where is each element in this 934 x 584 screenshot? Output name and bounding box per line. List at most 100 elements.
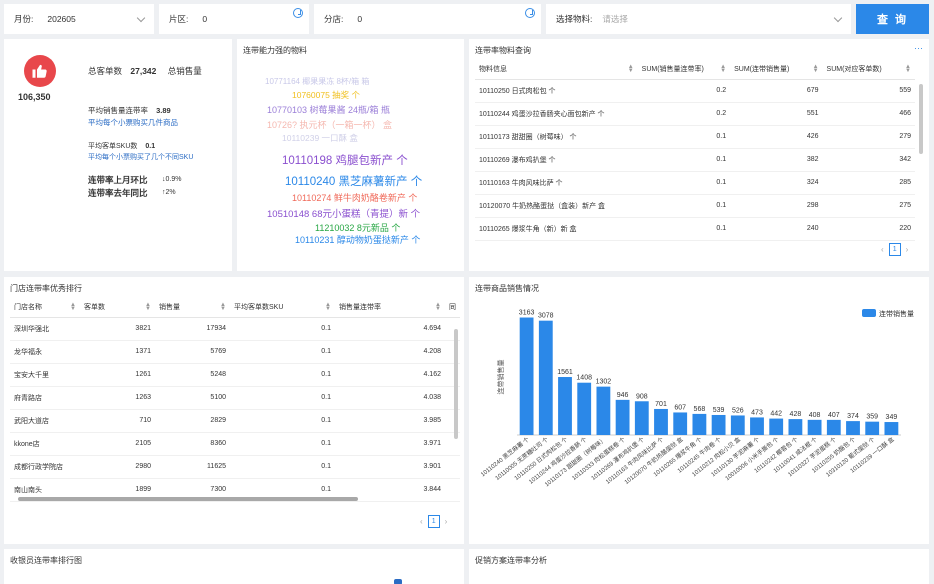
area-value: 0	[202, 14, 208, 24]
sort-icon[interactable]: ▲ ▼	[70, 302, 76, 312]
table-cell: 0.1	[637, 148, 731, 172]
column-header[interactable]: 平均客单数SKU ▲ ▼	[230, 297, 335, 318]
sort-icon[interactable]: ▲ ▼	[145, 302, 151, 312]
data-label: 407	[828, 412, 840, 419]
column-header[interactable]: SUM(销售量连带率) ▲ ▼	[637, 59, 731, 80]
next-page-icon[interactable]: ›	[445, 517, 448, 526]
column-header[interactable]: 门店名称 ▲ ▼	[10, 297, 80, 318]
chevron-down-icon	[136, 13, 146, 23]
wordcloud-word: 10110274 鲜牛肉奶酪卷新产 个	[292, 193, 418, 203]
table-cell: kkone店	[10, 432, 80, 456]
data-label: 701	[655, 401, 667, 408]
bar	[538, 320, 553, 435]
page-number[interactable]: 1	[888, 243, 901, 256]
table-row[interactable]: 10110173 甜甜圈（树莓味） 个 0.1 426 279	[475, 125, 915, 149]
bar	[673, 412, 688, 435]
data-label: 539	[713, 407, 725, 414]
column-header[interactable]: 同	[445, 297, 460, 318]
column-header[interactable]: 销售量 ▲ ▼	[155, 297, 230, 318]
next-page-icon[interactable]: ›	[906, 245, 909, 254]
table-row[interactable]: 10110250 日式肉松包 个 0.2 679 559	[475, 79, 915, 103]
table-row[interactable]: 深圳华强北 3821 17934 0.1 4.694	[10, 317, 460, 341]
data-label: 3163	[519, 310, 535, 317]
column-header[interactable]: SUM(连带销售量) ▲ ▼	[730, 59, 823, 80]
bar	[558, 377, 572, 435]
table-row[interactable]: 10110265 爆浆牛角（新）新 盒 0.1 240 220	[475, 217, 915, 241]
table-row[interactable]: 龙华福永 1371 5769 0.1 4.208	[10, 340, 460, 364]
y-axis-label: 连带销售量	[496, 360, 505, 395]
data-label: 946	[617, 392, 629, 399]
data-label: 526	[732, 407, 744, 414]
table-cell: 4.208	[335, 340, 445, 364]
column-header[interactable]: 客单数 ▲ ▼	[80, 297, 155, 318]
data-label: 908	[636, 393, 648, 400]
wordcloud-card: 连带能力强的物料 10771164 椰果果冻 8杯/箱 箱 10760075 抽奖…	[237, 39, 464, 271]
store-table-card: 门店连带率优秀排行 门店名称 ▲ ▼ 客单数 ▲ ▼ 销售量 ▲ ▼ 平均客单数SKU ▲ ▼ 销售量连…	[4, 277, 464, 544]
table-cell: 466	[822, 102, 915, 126]
table-row[interactable]: 宝安大千里 1261 5248 0.1 4.162	[10, 363, 460, 387]
data-label: 359	[866, 414, 878, 421]
material-filter[interactable]: 选择物料: 请选择	[546, 4, 851, 34]
sku-label: 平均客单SKU数	[88, 143, 138, 150]
data-label: 349	[886, 414, 898, 421]
sort-icon[interactable]: ▲ ▼	[720, 64, 726, 74]
cashier-title: 收银员连带率排行图	[10, 556, 82, 565]
sku-value: 0.1	[145, 143, 156, 150]
table-row[interactable]: 成都行政学院店 2980 11625 0.1 3.901	[10, 455, 460, 479]
sort-icon[interactable]: ▲ ▼	[220, 302, 226, 312]
table-row[interactable]: 10110244 鸡蛋沙拉香肠夹心面包新产 个 0.2 551 466	[475, 102, 915, 126]
horizontal-scrollbar[interactable]	[18, 497, 358, 501]
yoy-label: 连带率去年同比	[88, 188, 148, 198]
prev-page-icon[interactable]: ‹	[420, 517, 423, 526]
scrollbar[interactable]	[919, 84, 923, 154]
sort-icon[interactable]: ▲ ▼	[813, 64, 819, 74]
sort-icon[interactable]: ▲ ▼	[905, 64, 911, 74]
wordcloud-word: 10110240 黑芝麻薯新产 个	[285, 176, 423, 188]
sort-icon[interactable]: ▲ ▼	[435, 302, 441, 312]
data-label: 442	[770, 411, 782, 418]
sku-desc: 平均每个小票购买了几个不同SKU	[88, 154, 194, 161]
table-row[interactable]: kkone店 2105 8360 0.1 3.971	[10, 432, 460, 456]
column-header[interactable]: SUM(对应客单数) ▲ ▼	[822, 59, 915, 80]
column-header[interactable]: 物料信息 ▲ ▼	[475, 59, 638, 80]
table-cell	[445, 478, 460, 502]
sort-icon[interactable]: ▲ ▼	[628, 64, 634, 74]
table-row[interactable]: 10110163 牛肉风味比萨 个 0.1 324 285	[475, 171, 915, 195]
more-icon[interactable]: ···	[914, 43, 923, 53]
table-cell: 10110163 牛肉风味比萨 个	[475, 171, 638, 195]
pagination: ‹ 1 ›	[420, 515, 447, 528]
bar	[788, 419, 803, 435]
promo-card: 促销方案连带率分析	[469, 549, 929, 584]
table-row[interactable]: 武阳大道店 710 2829 0.1 3.985	[10, 409, 460, 433]
table-row[interactable]: 10120070 牛奶热酪蛋挞（盒装）新产 盒 0.1 298 275	[475, 194, 915, 218]
wordcloud-word: 10771164 椰果果冻 8杯/箱 箱	[265, 77, 370, 86]
table-cell: 0.1	[230, 409, 335, 433]
table-cell: 0.1	[637, 125, 731, 149]
scrollbar[interactable]	[454, 329, 458, 439]
table-cell: 559	[822, 79, 915, 103]
table-cell: 324	[730, 171, 823, 195]
query-button[interactable]: 查 询	[856, 4, 929, 34]
table-row[interactable]: 府青路店 1263 5100 0.1 4.038	[10, 386, 460, 410]
table-cell: 275	[822, 194, 915, 218]
data-label: 473	[751, 409, 763, 416]
material-table-card: 连带率物料查询 ··· 物料信息 ▲ ▼ SUM(销售量连带率) ▲ ▼ SUM(连带销售量…	[469, 39, 929, 271]
clock-icon[interactable]	[525, 8, 535, 18]
store-filter[interactable]: 分店: 0	[314, 4, 541, 34]
sort-icon[interactable]: ▲ ▼	[325, 302, 331, 312]
column-header[interactable]: 销售量连带率 ▲ ▼	[335, 297, 445, 318]
material-label: 选择物料:	[556, 14, 593, 24]
bar	[711, 414, 726, 435]
clock-icon[interactable]	[293, 8, 303, 18]
chart-card: 连带商品销售情况 连带销售量 连带销售量 3163 10110240 黑芝麻薯 个 30…	[469, 277, 929, 544]
table-row[interactable]: 10110269 瀑布鸡扒堡 个 0.1 382 342	[475, 148, 915, 172]
table-cell: 0.1	[230, 432, 335, 456]
area-filter[interactable]: 片区: 0	[159, 4, 309, 34]
page-number[interactable]: 1	[427, 515, 440, 528]
month-filter[interactable]: 月份: 202605	[4, 4, 154, 34]
prev-page-icon[interactable]: ‹	[881, 245, 884, 254]
table-cell: 5769	[155, 340, 230, 364]
table-cell: 府青路店	[10, 386, 80, 410]
table-cell: 武阳大道店	[10, 409, 80, 433]
kpi-card: 106,350 总客单数 27,342 总销售量 平均销售量连带率 3.89 平…	[4, 39, 232, 271]
